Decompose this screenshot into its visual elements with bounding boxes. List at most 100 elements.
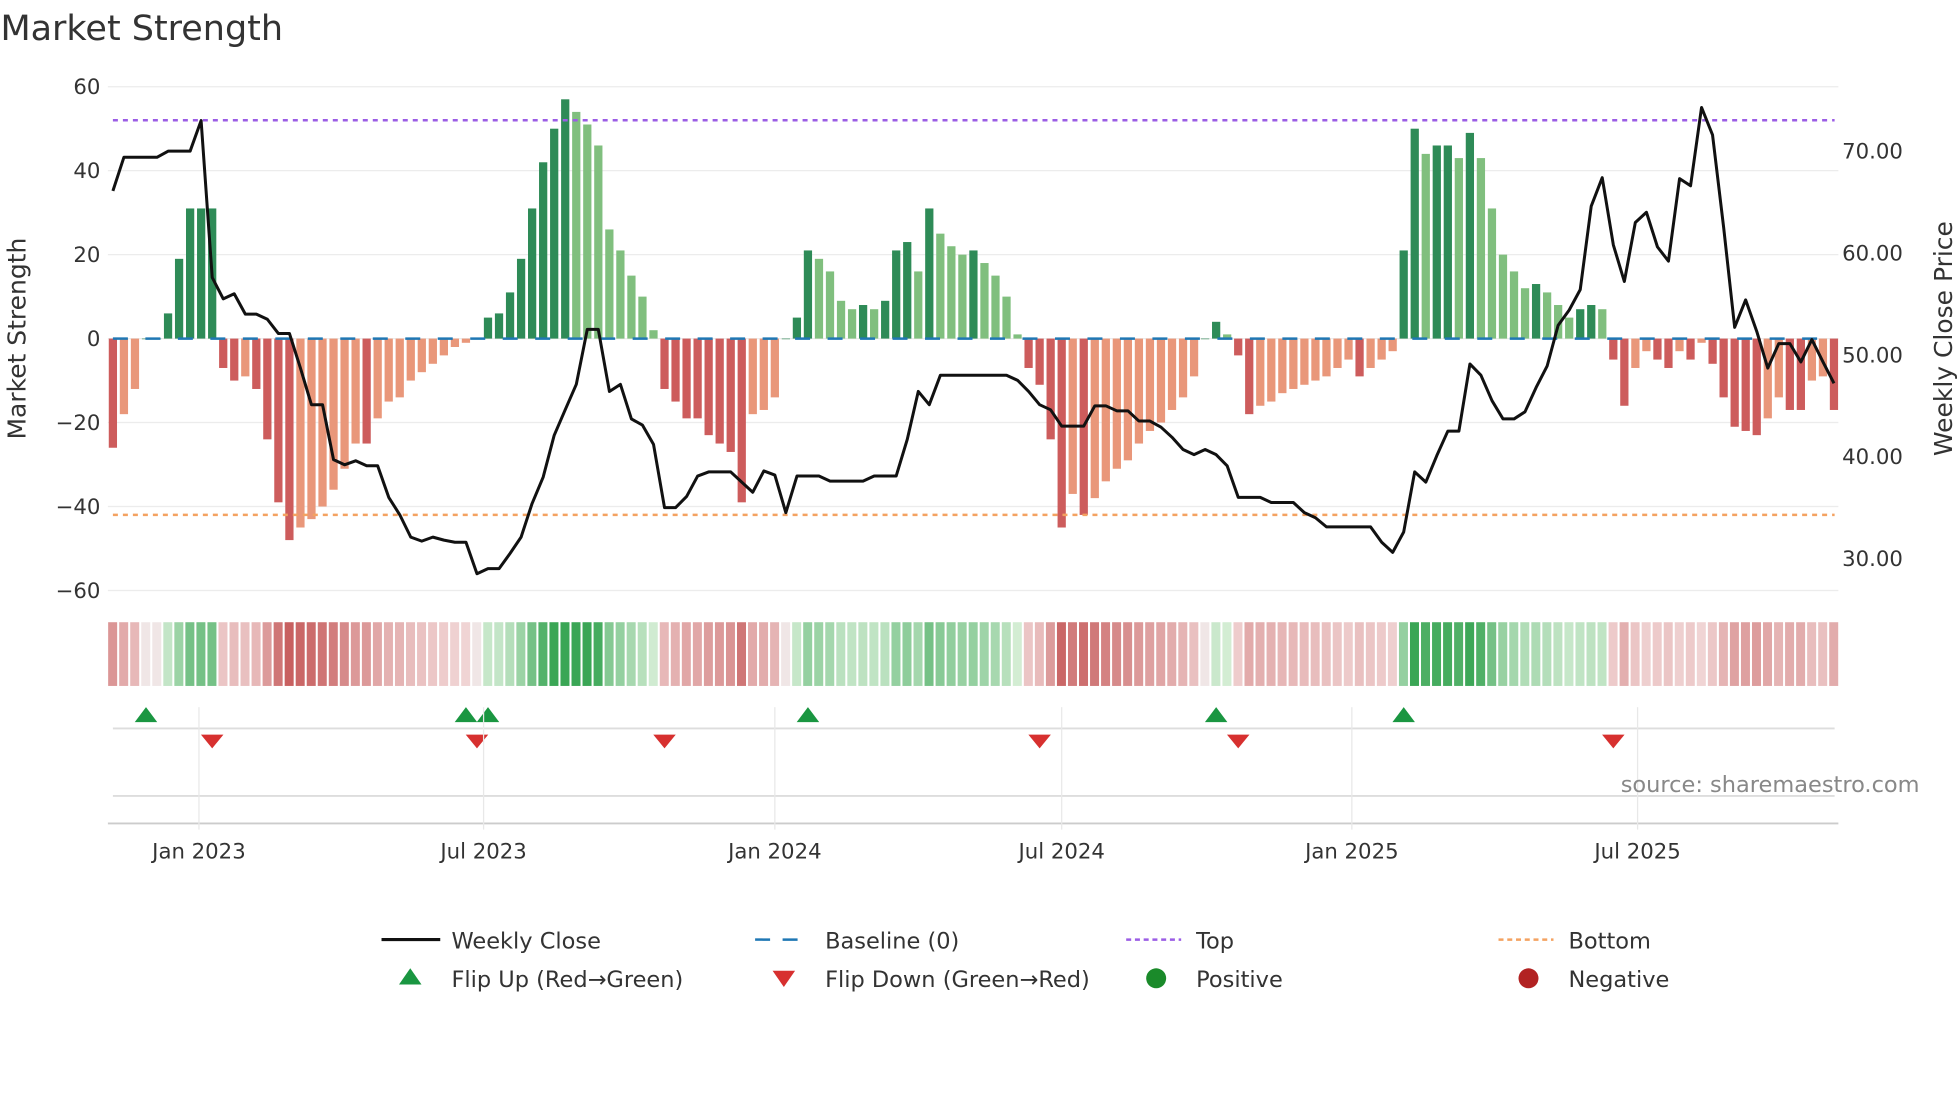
strength-bar (285, 338, 294, 541)
strip-cell (1641, 622, 1651, 686)
strength-bar (748, 338, 757, 415)
strip-cell (1498, 622, 1508, 686)
flip-up-marker (796, 707, 820, 723)
strip-cell (979, 622, 989, 686)
strip-cell (207, 622, 217, 686)
strip-cell (1079, 622, 1089, 686)
strip-cell (869, 622, 879, 686)
strength-bar (428, 338, 437, 364)
flip-down-marker (200, 734, 224, 749)
strip-cell (1785, 622, 1795, 686)
strength-bar (1498, 254, 1508, 339)
strength-bar (925, 208, 934, 339)
strength-bar (616, 250, 625, 339)
strength-bar (219, 338, 228, 368)
flip-down-marker (1602, 734, 1625, 749)
strength-bar (1763, 338, 1772, 419)
strength-bar (1234, 338, 1243, 356)
strength-bar (1741, 338, 1750, 431)
strength-bar (858, 305, 868, 339)
strength-bar (1465, 132, 1475, 339)
strength-bar (1013, 334, 1022, 339)
strength-bar (1333, 338, 1342, 368)
flip-markers (112, 707, 1835, 797)
strip-cell (759, 622, 769, 686)
strength-bar (1112, 338, 1121, 469)
strip-cell (527, 622, 537, 686)
strip-cell (1277, 622, 1287, 686)
strength-bar (825, 271, 835, 339)
legend: Weekly Close Baseline (0) Top Bottom Flip Up… (381, 928, 1669, 993)
strength-bar (991, 275, 1000, 339)
strip-cell (108, 622, 118, 686)
strip-cell (141, 622, 151, 686)
strength-bar (693, 338, 702, 419)
legend-negative-icon (1518, 968, 1539, 989)
strength-bar (903, 242, 912, 339)
strip-cell (1222, 622, 1232, 686)
strip-cell (163, 622, 173, 686)
strip-cell (483, 622, 493, 686)
strip-cell (328, 622, 338, 686)
strip-cell (461, 622, 471, 686)
strip-cell (1520, 622, 1530, 686)
strength-bar (803, 250, 813, 339)
strength-bar (1388, 338, 1397, 352)
strength-heat-strip (108, 622, 1839, 686)
strip-cell (593, 622, 603, 686)
strength-bar (914, 271, 923, 339)
strip-cell (1807, 622, 1817, 686)
strip-cell (1586, 622, 1596, 686)
strip-cell (240, 622, 250, 686)
strip-cell (1575, 622, 1585, 686)
strength-bar (550, 128, 559, 339)
strip-cell (1443, 622, 1453, 686)
strength-bar (1090, 338, 1099, 499)
legend-label: Baseline (0) (825, 928, 959, 954)
strength-bar (627, 275, 636, 339)
strip-cell (1751, 622, 1761, 686)
strength-bar (1642, 338, 1651, 352)
strength-bar (1145, 338, 1155, 431)
flip-up-marker (476, 707, 500, 723)
strength-bar (505, 292, 515, 339)
strip-cell (946, 622, 956, 686)
strength-bar (1256, 338, 1265, 406)
strength-bar (1167, 338, 1177, 410)
strength-bar (528, 208, 537, 339)
strip-cell (1134, 622, 1144, 686)
strength-bar (561, 99, 570, 339)
strength-bar (1399, 250, 1408, 339)
strip-cell (406, 622, 416, 686)
strip-cell (924, 622, 934, 686)
strength-bar (1289, 338, 1298, 389)
strength-bar (781, 338, 790, 340)
strip-cell (1365, 622, 1375, 686)
strip-cell (218, 622, 228, 686)
strength-bar (516, 258, 526, 339)
strength-bar (583, 124, 592, 339)
strip-cell (428, 622, 438, 686)
strip-cell (725, 622, 735, 686)
y2-tick-label: 70.00 (1842, 140, 1903, 165)
strength-bar (980, 263, 989, 339)
strength-bar (241, 338, 250, 377)
strength-bar (307, 338, 316, 520)
strength-bar (638, 296, 647, 339)
strip-cell (825, 622, 835, 686)
strength-bar (1421, 153, 1430, 339)
strip-cell (516, 622, 526, 686)
strip-cell (361, 622, 371, 686)
strip-cell (692, 622, 702, 686)
strength-bar (450, 338, 460, 347)
strip-cell (350, 622, 360, 686)
strip-cell (538, 622, 548, 686)
strength-bar (1278, 338, 1287, 394)
strip-cell (505, 622, 515, 686)
flip-up-marker (1392, 707, 1415, 723)
strength-bar (660, 338, 669, 389)
strip-cell (1189, 622, 1199, 686)
strip-cell (439, 622, 449, 686)
strength-bar (1664, 338, 1673, 368)
flip-down-marker (1028, 734, 1051, 749)
